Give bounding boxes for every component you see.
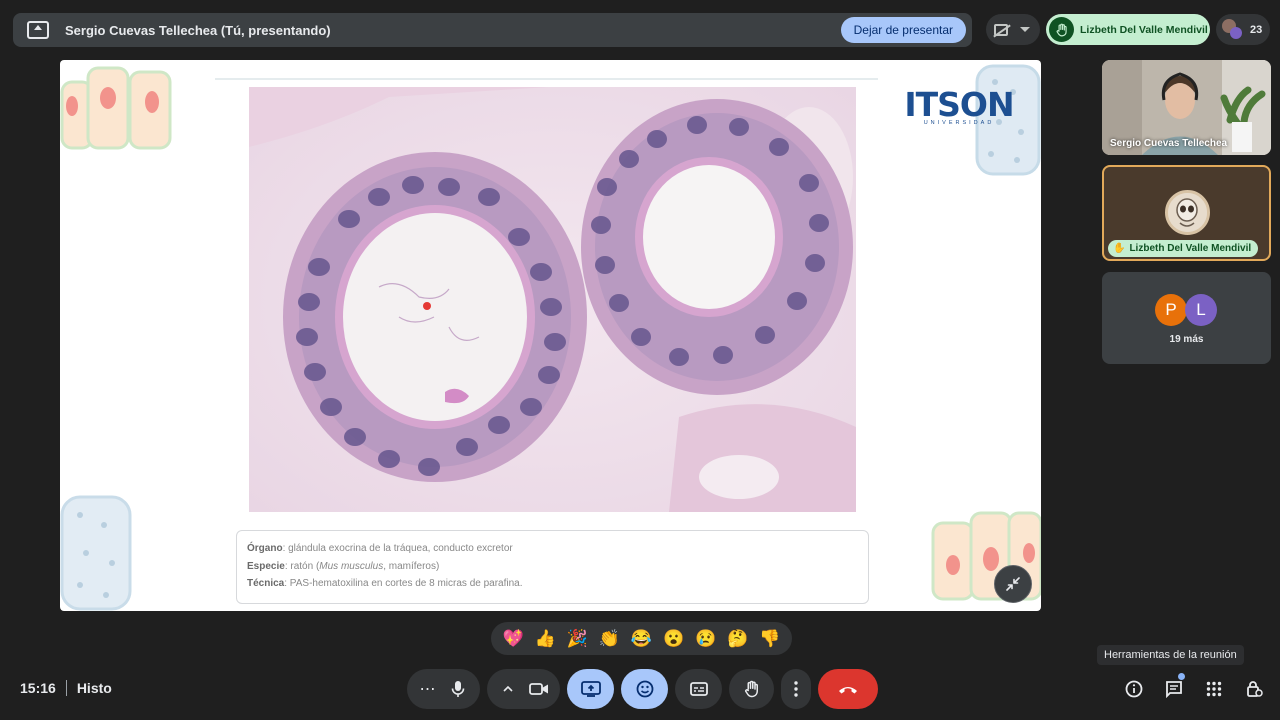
reaction-sparkling-heart[interactable]: 💖 xyxy=(502,629,523,649)
organ-value: : glándula exocrina de la tráquea, condu… xyxy=(282,543,513,554)
reaction-thumbs-up[interactable]: 👍 xyxy=(535,629,556,649)
avatar-l: L xyxy=(1185,294,1217,326)
species-value-pre: : ratón ( xyxy=(284,560,320,572)
present-screen-button[interactable] xyxy=(567,669,614,709)
camera-button[interactable] xyxy=(523,682,555,696)
microphone-button[interactable] xyxy=(442,680,474,698)
activities-button[interactable] xyxy=(1202,677,1226,701)
more-vert-icon xyxy=(794,681,798,697)
cells-decoration-top-left xyxy=(60,66,172,150)
captions-icon xyxy=(689,682,708,696)
chevron-up-icon xyxy=(502,686,513,692)
species-scientific-name: Mus musculus xyxy=(319,560,384,572)
reaction-laughing[interactable]: 😂 xyxy=(631,629,652,649)
participant-tile-sergio[interactable]: Sergio Cuevas Tellechea xyxy=(1102,60,1271,155)
presenting-banner: Sergio Cuevas Tellechea (Tú, presentando… xyxy=(13,13,972,47)
micrograph-image xyxy=(249,87,856,512)
itson-logo: ITSON UNIVERSIDAD xyxy=(900,85,1018,127)
reaction-thinking[interactable]: 🤔 xyxy=(727,629,748,649)
audio-controls: ⋯ xyxy=(407,669,480,709)
meet-window: Sergio Cuevas Tellechea (Tú, presentando… xyxy=(0,0,1280,720)
emoji-icon xyxy=(636,680,653,698)
presented-slide: ITSON UNIVERSIDAD Órgano: glándula exocr… xyxy=(60,60,1041,611)
meeting-tools-tooltip: Herramientas de la reunión xyxy=(1097,645,1244,665)
technique-label: Técnica xyxy=(247,578,285,589)
leave-call-button[interactable] xyxy=(818,669,878,709)
chevron-down-icon xyxy=(1020,27,1030,32)
camera-icon xyxy=(528,683,548,695)
more-options-button[interactable] xyxy=(781,669,811,709)
reaction-thumbs-down[interactable]: 👎 xyxy=(759,629,780,649)
organ-label: Órgano xyxy=(247,543,283,554)
participant-avatars xyxy=(1222,18,1244,41)
more-participants-tile[interactable]: P L 19 más xyxy=(1102,272,1271,364)
apps-grid-icon xyxy=(1206,681,1222,697)
participant-count: 23 xyxy=(1250,23,1263,36)
caption-organ-row: Órgano: glándula exocrina de la tráquea,… xyxy=(247,540,858,558)
meeting-time: 15:16 xyxy=(20,680,56,696)
species-label: Especie xyxy=(247,560,285,572)
participant-name: Sergio Cuevas Tellechea xyxy=(1110,138,1228,149)
slide-caption-box: Órgano: glándula exocrina de la tráquea,… xyxy=(236,530,869,604)
raised-hand-indicator[interactable]: Lizbeth Del Valle Mendivil xyxy=(1046,14,1210,45)
info-icon xyxy=(1125,680,1143,698)
reaction-sad[interactable]: 😢 xyxy=(695,629,716,649)
participant-name: Lizbeth Del Valle Mendivil xyxy=(1129,243,1252,254)
reaction-party-popper[interactable]: 🎉 xyxy=(567,629,588,649)
presentation-toggle-button[interactable] xyxy=(986,14,1040,45)
chat-notification-dot xyxy=(1178,673,1185,680)
meeting-name: Histo xyxy=(76,680,112,696)
raise-hand-icon xyxy=(744,680,758,698)
presentation-off-icon xyxy=(994,23,1008,36)
microphone-icon xyxy=(451,681,464,697)
raised-hand-icon xyxy=(1049,17,1074,42)
participants-button[interactable]: 23 xyxy=(1216,14,1270,45)
reaction-surprised[interactable]: 😮 xyxy=(663,629,684,649)
raise-hand-button[interactable] xyxy=(729,669,774,709)
presenting-title: Sergio Cuevas Tellechea (Tú, presentando… xyxy=(65,22,331,38)
cells-decoration-bottom-left xyxy=(60,495,132,611)
caption-species-row: Especie: ratón (Mus musculus, mamíferos) xyxy=(247,558,858,576)
avatar-p: P xyxy=(1155,294,1187,326)
divider xyxy=(65,680,67,696)
logo-word: ITSON xyxy=(904,85,1014,124)
host-controls-button[interactable] xyxy=(1242,677,1266,701)
present-screen-icon xyxy=(27,21,49,39)
hang-up-icon xyxy=(839,687,857,694)
chat-icon xyxy=(1166,681,1182,698)
participant-name-chip: ✋ Lizbeth Del Valle Mendivil xyxy=(1108,240,1259,257)
participant-tile-lizbeth[interactable]: ✋ Lizbeth Del Valle Mendivil xyxy=(1102,165,1271,261)
reactions-bar: 💖 👍 🎉 👏 😂 😮 😢 🤔 👎 xyxy=(491,622,792,655)
meeting-details-button[interactable] xyxy=(1122,677,1146,701)
audio-options-button[interactable]: ⋯ xyxy=(414,679,442,699)
collapse-arrows-icon xyxy=(1006,577,1020,591)
more-participants-count: 19 más xyxy=(1169,334,1204,345)
species-value-post: , mamíferos) xyxy=(383,560,440,572)
video-controls xyxy=(487,669,560,709)
present-screen-icon xyxy=(580,681,601,697)
captions-button[interactable] xyxy=(675,669,722,709)
slide-divider xyxy=(215,78,878,80)
collapse-presentation-button[interactable] xyxy=(994,565,1032,603)
chat-button[interactable] xyxy=(1162,677,1186,701)
reaction-clapping[interactable]: 👏 xyxy=(599,629,620,649)
lock-person-icon xyxy=(1247,681,1263,697)
technique-value: : PAS-hematoxilina en cortes de 8 micras… xyxy=(284,578,523,589)
raised-hand-name: Lizbeth Del Valle Mendivil xyxy=(1080,23,1208,36)
participant-avatar xyxy=(1165,190,1210,235)
reactions-button[interactable] xyxy=(621,669,668,709)
caption-technique-row: Técnica: PAS-hematoxilina en cortes de 8… xyxy=(247,575,858,593)
video-options-button[interactable] xyxy=(493,686,523,692)
raised-hand-small-icon: ✋ xyxy=(1113,243,1126,254)
stop-presenting-button[interactable]: Dejar de presentar xyxy=(840,17,966,43)
meeting-info: 15:16 Histo xyxy=(20,680,112,696)
